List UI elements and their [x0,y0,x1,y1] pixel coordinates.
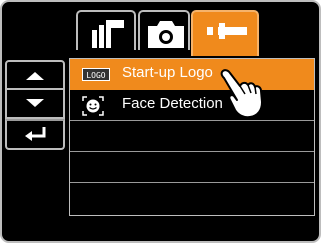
arrow-up-icon [26,72,44,80]
tab-camera[interactable] [138,10,190,50]
enter-button[interactable] [5,119,65,150]
scroll-up-button[interactable] [5,60,65,90]
arrow-down-icon [26,99,44,107]
camera-menu-screen: LOGO Start-up Logo Face Detection [0,0,321,243]
logo-icon: LOGO [82,68,110,81]
menu-row-empty [70,183,314,214]
menu-item-label: Face Detection [122,95,223,112]
camera-icon [148,21,184,48]
menu-row-empty [70,121,314,152]
svg-text:LOGO: LOGO [86,71,105,80]
tab-mode[interactable] [76,10,136,50]
face-detection-icon [82,96,104,116]
tab-setup[interactable] [191,10,259,56]
menu-item-startup-logo[interactable]: LOGO Start-up Logo [70,59,314,90]
menu-item-face-detection[interactable]: Face Detection [70,90,314,121]
mode-select-icon [92,20,124,48]
menu-item-label: Start-up Logo [122,64,213,81]
menu-row-empty [70,152,314,183]
hand-pointer-icon [220,69,263,119]
wrench-icon [207,23,247,39]
enter-return-icon [25,127,46,141]
scroll-down-button[interactable] [5,90,65,119]
settings-menu-list: LOGO Start-up Logo Face Detection [69,58,315,216]
